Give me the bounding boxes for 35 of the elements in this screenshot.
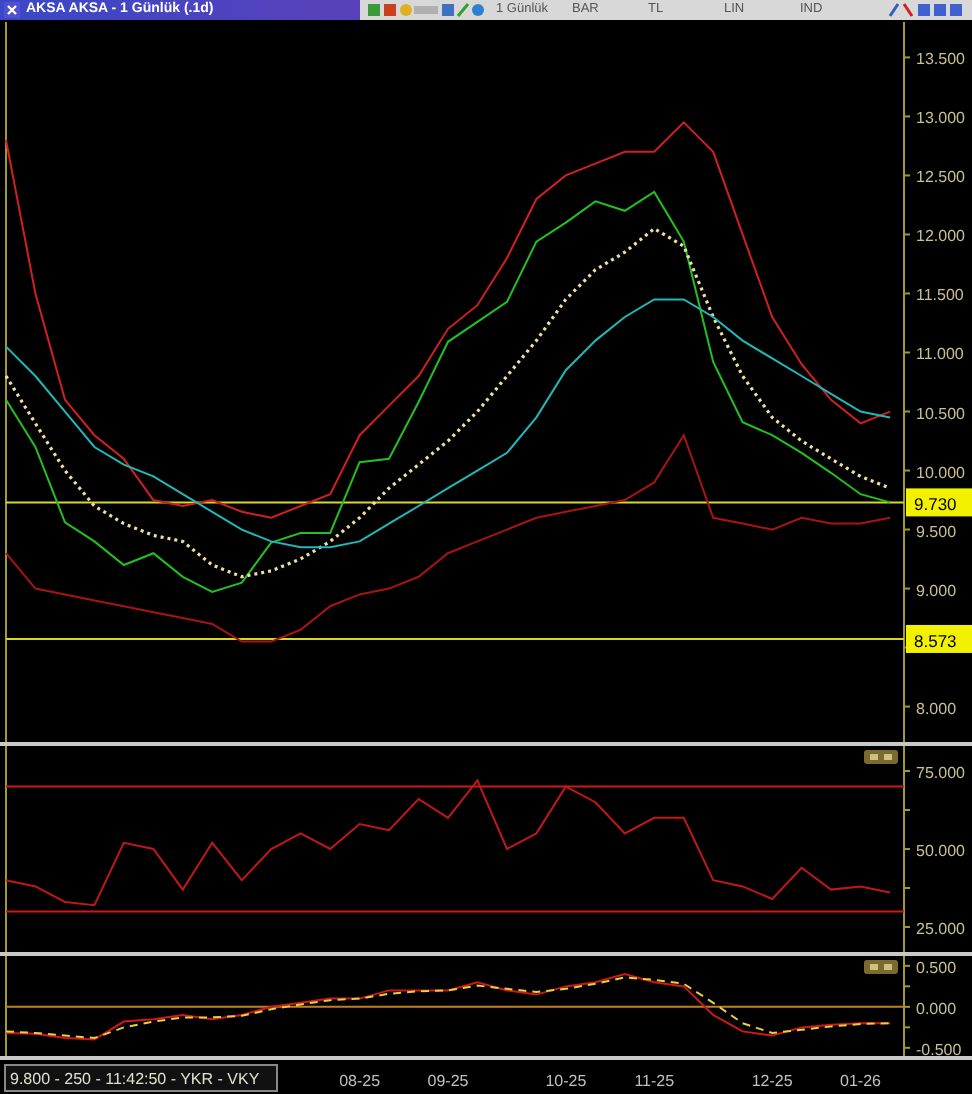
- window-buttons[interactable]: [888, 2, 968, 18]
- axis-label: 10.500: [916, 404, 965, 423]
- axis-label: 12.000: [916, 227, 965, 246]
- axis-label: 75.000: [916, 763, 965, 782]
- y-axis: [903, 956, 911, 1057]
- ref-line-label: 9.730: [914, 494, 958, 515]
- axis-label: -0.500: [916, 1040, 962, 1059]
- status-field: 9.800 - 250 - 11:42:50 - YKR - VKY: [4, 1064, 278, 1092]
- axis-label: 11.500: [916, 286, 964, 305]
- date-label: 11-25: [634, 1072, 675, 1090]
- close-icon: [6, 4, 18, 16]
- axis-label: 10.000: [916, 463, 965, 482]
- axis-label: 9.000: [916, 581, 957, 600]
- date-label: 12-25: [751, 1072, 793, 1090]
- axis-label: 8.000: [916, 699, 957, 718]
- axis-label: 13.000: [916, 109, 965, 128]
- axis-label: 9.500: [916, 522, 957, 541]
- axis-label: 13.500: [916, 50, 965, 69]
- date-label: 09-25: [427, 1072, 469, 1090]
- price-label: 9.730: [906, 488, 972, 517]
- axis-label: 50.000: [916, 842, 965, 860]
- date-label: 08-25: [339, 1072, 381, 1090]
- price-label: 8.573: [906, 624, 972, 653]
- axis-label: 12.500: [916, 168, 965, 187]
- axis-label: 25.000: [916, 920, 965, 939]
- axis-label: 0.000: [916, 999, 957, 1018]
- ref-line-label: 8.573: [914, 630, 958, 651]
- date-label: 10-25: [545, 1072, 587, 1090]
- axis-label: 0.500: [916, 958, 957, 977]
- toolbar-icons[interactable]: [368, 2, 488, 18]
- date-label: 01-26: [840, 1072, 881, 1090]
- panel-control-icon[interactable]: [864, 750, 898, 764]
- axis-label: 11.000: [916, 345, 964, 364]
- close-button[interactable]: [4, 2, 20, 18]
- panel-control-icon[interactable]: [864, 960, 898, 974]
